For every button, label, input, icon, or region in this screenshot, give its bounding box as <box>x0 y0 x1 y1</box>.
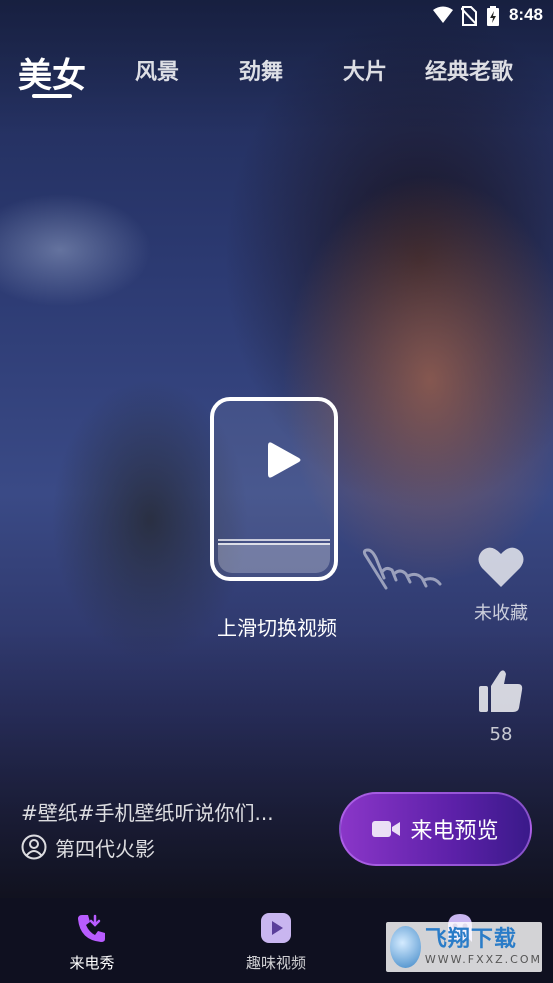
watermark-logo-icon <box>390 926 421 968</box>
nav-fun-videos-label: 趣味视频 <box>245 954 306 972</box>
video-description: #壁纸#手机壁纸听说你们... <box>21 801 274 825</box>
author-row[interactable]: 第四代火影 <box>21 832 155 862</box>
like-count: 58 <box>489 724 513 745</box>
author-name: 第四代火影 <box>55 836 155 861</box>
watermark: 飞翔下载 WWW.FXXZ.COM <box>386 922 542 972</box>
status-bar: 8:48 <box>0 0 553 32</box>
battery-icon <box>487 6 499 26</box>
call-preview-label: 来电预览 <box>410 819 499 844</box>
wifi-icon <box>433 6 453 23</box>
watermark-en: WWW.FXXZ.COM <box>424 953 542 966</box>
divider <box>218 539 330 541</box>
tab-scenery[interactable]: 风景 <box>135 54 179 86</box>
heart-icon <box>478 547 524 587</box>
tab-dance[interactable]: 劲舞 <box>239 54 283 86</box>
call-preview-button[interactable]: 来电预览 <box>339 792 532 866</box>
no-sim-icon <box>461 6 477 26</box>
favorite-action[interactable]: 未收藏 <box>461 545 541 625</box>
watermark-text: 飞翔下载 WWW.FXXZ.COM <box>424 927 542 966</box>
video-camera-icon <box>372 821 401 837</box>
play-icon <box>268 442 301 478</box>
clock: 8:48 <box>508 5 543 24</box>
play-square-icon <box>261 913 291 943</box>
nav-fun-videos[interactable]: 趣味视频 <box>221 912 331 973</box>
tab-movies[interactable]: 大片 <box>343 54 387 86</box>
category-tabs: 美女 风景 劲舞 大片 经典老歌 <box>0 48 553 100</box>
favorite-label: 未收藏 <box>474 603 528 624</box>
phone-icon <box>78 914 105 942</box>
tab-classic-songs[interactable]: 经典老歌 <box>425 54 513 86</box>
nav-call-show-label: 来电秀 <box>69 954 115 972</box>
thumbs-up-icon <box>479 670 523 712</box>
tab-beauty[interactable]: 美女 <box>18 48 86 97</box>
nav-call-show[interactable]: 来电秀 <box>37 912 147 973</box>
next-video-preview <box>218 543 330 573</box>
watermark-cn: 飞翔下载 <box>424 927 517 952</box>
tab-indicator <box>32 94 72 98</box>
swipe-hand-icon <box>362 548 442 590</box>
like-action[interactable]: 58 <box>461 668 541 745</box>
swipe-hint-phone <box>210 397 338 581</box>
user-icon <box>21 834 47 860</box>
